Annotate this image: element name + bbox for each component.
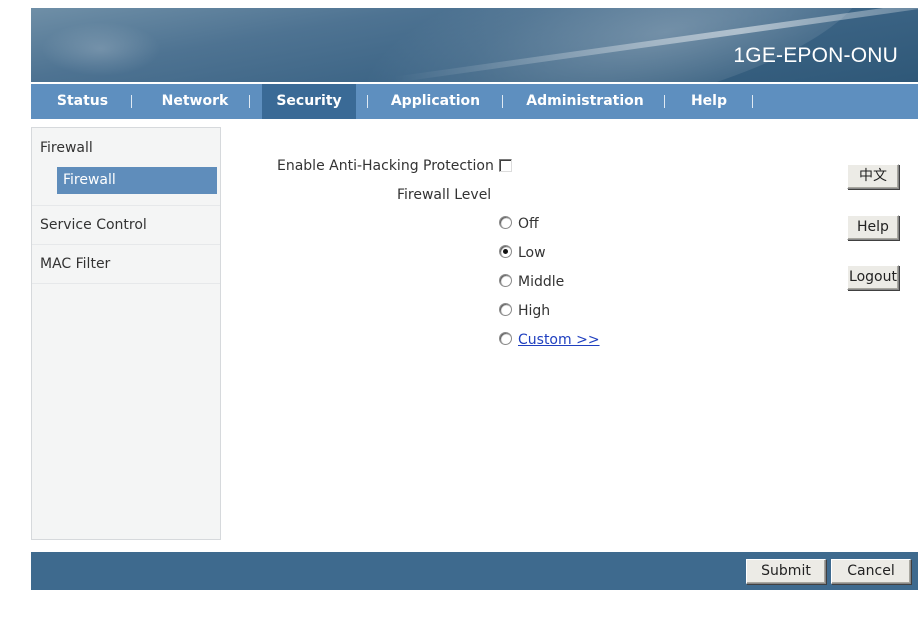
logout-button[interactable]: Logout — [847, 265, 899, 290]
footer-bar: Submit Cancel — [31, 552, 918, 590]
nav-administration[interactable]: Administration — [519, 84, 651, 119]
sidebar-item-firewall[interactable]: Firewall — [57, 167, 217, 194]
firewall-level-label: Firewall Level — [397, 187, 492, 203]
language-button[interactable]: 中文 — [847, 164, 899, 189]
custom-link[interactable]: Custom >> — [518, 332, 600, 348]
level-high-radio[interactable] — [499, 303, 512, 316]
nav-separator — [131, 95, 132, 108]
sidebar-divider — [32, 205, 220, 206]
level-custom-radio[interactable] — [499, 332, 512, 345]
nav-separator — [249, 95, 250, 108]
sidebar: Firewall Firewall Service Control MAC Fi… — [31, 127, 221, 540]
cancel-button[interactable]: Cancel — [831, 559, 911, 584]
level-low-radio[interactable] — [499, 245, 512, 258]
sidebar-divider — [32, 283, 220, 284]
sidebar-item-service-control[interactable]: Service Control — [40, 217, 147, 233]
submit-button[interactable]: Submit — [746, 559, 826, 584]
sidebar-item-mac-filter[interactable]: MAC Filter — [40, 256, 110, 272]
level-middle-radio[interactable] — [499, 274, 512, 287]
sidebar-divider — [32, 244, 220, 245]
level-middle-label: Middle — [518, 274, 565, 290]
nav-security[interactable]: Security — [262, 84, 356, 119]
banner-decoration — [41, 22, 161, 76]
level-off-radio[interactable] — [499, 216, 512, 229]
nav-separator — [752, 95, 753, 108]
level-high-label: High — [518, 303, 551, 319]
level-low-label: Low — [518, 245, 546, 261]
nav-network[interactable]: Network — [147, 84, 243, 119]
nav-application[interactable]: Application — [383, 84, 488, 119]
nav-status[interactable]: Status — [45, 84, 120, 119]
anti-hacking-label: Enable Anti-Hacking Protection — [277, 158, 494, 174]
level-off-label: Off — [518, 216, 539, 232]
anti-hacking-checkbox[interactable] — [499, 159, 512, 172]
header-banner: 1GE-EPON-ONU — [31, 8, 918, 82]
firewall-form: Enable Anti-Hacking Protection Firewall … — [230, 127, 830, 547]
nav-help[interactable]: Help — [683, 84, 735, 119]
nav-separator — [502, 95, 503, 108]
product-title: 1GE-EPON-ONU — [733, 44, 898, 67]
help-button[interactable]: Help — [847, 215, 899, 240]
nav-separator — [664, 95, 665, 108]
nav-separator — [367, 95, 368, 108]
main-nav: Status Network Security Application Admi… — [31, 84, 918, 119]
sidebar-group-firewall[interactable]: Firewall — [40, 140, 93, 156]
